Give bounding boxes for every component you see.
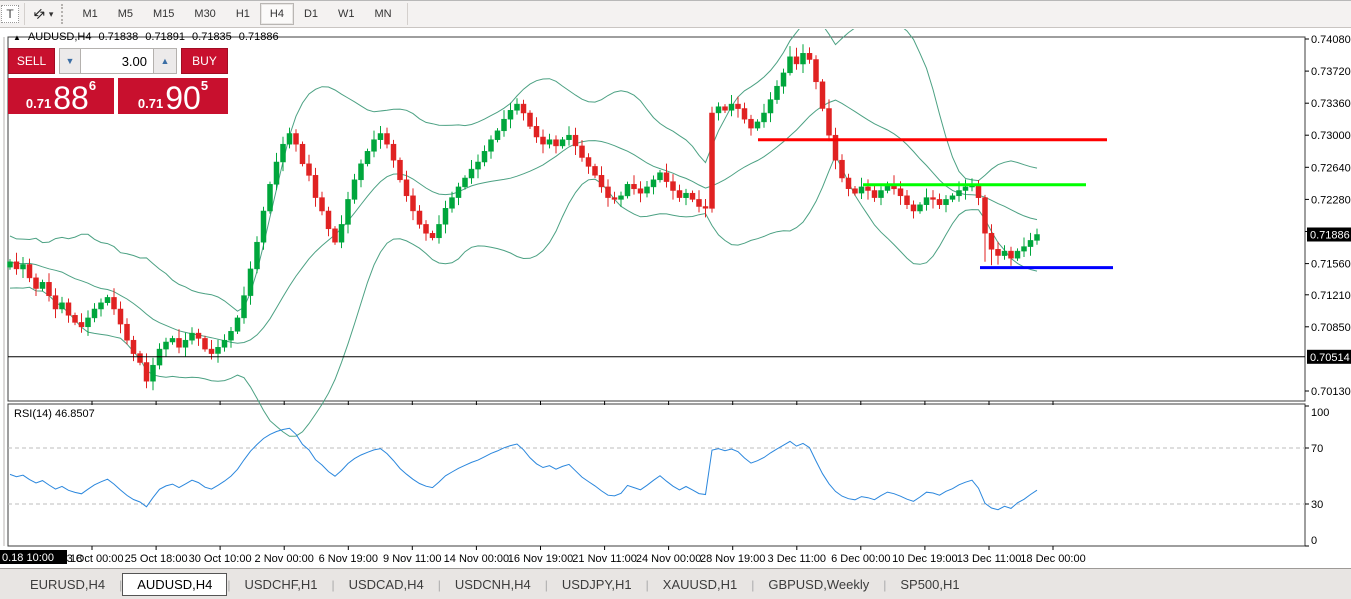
svg-text:0.70130: 0.70130	[1311, 386, 1351, 398]
svg-text:9 Nov 11:00: 9 Nov 11:00	[383, 553, 442, 565]
timeframe-button-m30[interactable]: M30	[184, 3, 225, 25]
chart-tab-eurusd[interactable]: EURUSD,H4	[16, 574, 119, 595]
svg-text:0.18 10:00: 0.18 10:00	[2, 552, 54, 564]
chart-tab-bar: EURUSD,H4 | AUDUSD,H4 | USDCHF,H1 | USDCAD,H4 |…	[0, 568, 1351, 599]
time-axis[interactable]: 23 Oct 00:00 25 Oct 18:00 30 Oct 10:00 2 No…	[0, 401, 1086, 565]
timeframe-button-m15[interactable]: M15	[143, 3, 184, 25]
sell-price-display[interactable]: 0.71 88 6	[8, 78, 114, 114]
diagonal-arrows-icon: ⇆	[29, 4, 49, 23]
svg-text:16 Nov 19:00: 16 Nov 19:00	[508, 553, 573, 565]
chart-tab-usdjpy[interactable]: USDJPY,H1	[548, 574, 646, 595]
chevron-down-icon[interactable]: ▾	[49, 9, 54, 20]
svg-text:0.72280: 0.72280	[1311, 194, 1351, 206]
svg-text:14 Nov 00:00: 14 Nov 00:00	[444, 553, 509, 565]
svg-text:0.71886: 0.71886	[1310, 230, 1350, 242]
svg-text:2 Nov 00:00: 2 Nov 00:00	[255, 553, 314, 565]
open-value: 0.71838	[98, 31, 139, 43]
toolbar-divider	[24, 3, 25, 25]
sell-button[interactable]: SELL	[8, 48, 55, 74]
symbol-period-label: AUDUSD,H4	[27, 31, 92, 43]
svg-text:21 Nov 11:00: 21 Nov 11:00	[572, 553, 637, 565]
chart-tab-usdcad[interactable]: USDCAD,H4	[335, 574, 438, 595]
timeframe-buttons: M1 M5 M15 M30 H1 H4 D1 W1 MN	[72, 3, 401, 25]
svg-text:30: 30	[1311, 499, 1323, 511]
svg-text:0.73720: 0.73720	[1311, 66, 1351, 78]
svg-text:6 Dec 00:00: 6 Dec 00:00	[831, 553, 890, 565]
chart-tab-usdcnh[interactable]: USDCNH,H4	[441, 574, 545, 595]
rsi-panel: 100 70 30 0 RSI(14) 46.8507	[8, 405, 1329, 547]
svg-text:28 Nov 19:00: 28 Nov 19:00	[700, 553, 765, 565]
svg-text:0.73360: 0.73360	[1311, 98, 1351, 110]
chart-ohlc-header: ▲ AUDUSD,H4 0.71838 0.71891 0.71835 0.71…	[13, 31, 279, 43]
svg-text:13 Dec 11:00: 13 Dec 11:00	[957, 553, 1022, 565]
toolbar-divider	[406, 3, 408, 25]
svg-text:0.72640: 0.72640	[1311, 162, 1351, 174]
rsi-line	[9, 427, 1038, 511]
symbol-marker-icon: ▲	[13, 32, 21, 42]
high-value: 0.71891	[145, 31, 186, 43]
svg-text:0.70514: 0.70514	[1310, 352, 1350, 364]
svg-text:18 Dec 00:00: 18 Dec 00:00	[1020, 553, 1085, 565]
bollinger-middle	[9, 99, 1038, 344]
timeframe-button-w1[interactable]: W1	[328, 3, 365, 25]
sell-price-pip: 6	[88, 78, 97, 93]
buy-button[interactable]: BUY	[181, 48, 228, 74]
buy-price-pip: 5	[200, 78, 209, 93]
svg-text:18: 18	[70, 553, 82, 565]
buy-price-prefix: 0.71	[137, 96, 164, 111]
cursor-mode-button[interactable]: ⇆ ▾	[30, 4, 57, 24]
horizontal-lines	[8, 138, 1305, 358]
chart-tab-sp500[interactable]: SP500,H1	[886, 574, 973, 595]
toolbar-grip[interactable]	[61, 4, 66, 24]
buy-price-display[interactable]: 0.71 90 5	[118, 78, 228, 114]
svg-text:0.70850: 0.70850	[1311, 322, 1351, 334]
volume-input[interactable]: 3.00	[81, 48, 153, 74]
svg-text:0.71210: 0.71210	[1311, 290, 1351, 302]
timeframe-button-h1[interactable]: H1	[226, 3, 260, 25]
timeframe-button-m5[interactable]: M5	[108, 3, 143, 25]
svg-text:0: 0	[1311, 535, 1317, 547]
svg-text:6 Nov 19:00: 6 Nov 19:00	[319, 553, 378, 565]
svg-text:70: 70	[1311, 443, 1323, 455]
price-axis[interactable]: 0.74080 0.73720 0.73360 0.73000 0.72640 0.722…	[1305, 34, 1351, 398]
volume-decrease-button[interactable]: ▼	[59, 48, 81, 74]
close-value: 0.71886	[238, 31, 279, 43]
sell-price-big: 88	[53, 80, 89, 116]
svg-text:0.74080: 0.74080	[1311, 34, 1351, 46]
chart-tab-xauusd[interactable]: XAUUSD,H1	[649, 574, 751, 595]
svg-text:0.73000: 0.73000	[1311, 130, 1351, 142]
timeframe-button-d1[interactable]: D1	[294, 3, 328, 25]
svg-text:30 Oct 10:00: 30 Oct 10:00	[189, 553, 252, 565]
svg-text:0.71560: 0.71560	[1311, 259, 1351, 271]
chart-tab-gbpusd[interactable]: GBPUSD,Weekly	[754, 574, 883, 595]
timeframe-button-mn[interactable]: MN	[365, 3, 402, 25]
rsi-indicator-label: RSI(14) 46.8507	[14, 408, 95, 420]
volume-increase-button[interactable]: ▲	[153, 48, 177, 74]
svg-text:25 Oct 18:00: 25 Oct 18:00	[125, 553, 188, 565]
timeframe-button-m1[interactable]: M1	[72, 3, 107, 25]
sell-price-prefix: 0.71	[25, 96, 52, 111]
svg-text:100: 100	[1311, 407, 1329, 419]
text-tool-icon[interactable]: T	[1, 5, 19, 23]
buy-price-big: 90	[165, 80, 201, 116]
svg-text:3 Dec 11:00: 3 Dec 11:00	[768, 553, 827, 565]
chart-tab-audusd[interactable]: AUDUSD,H4	[122, 573, 228, 596]
timeframe-button-h4[interactable]: H4	[259, 3, 294, 25]
one-click-trading-panel: SELL ▼ 3.00 ▲ BUY 0.71 88 6 0.71 90 5	[8, 48, 228, 114]
timeframe-toolbar: T ⇆ ▾ M1 M5 M15 M30 H1 H4 D1 W1 MN	[0, 1, 1351, 28]
mt4-window: T ⇆ ▾ M1 M5 M15 M30 H1 H4 D1 W1 MN 0.74080 0.7372…	[0, 0, 1351, 599]
low-value: 0.71835	[192, 31, 232, 43]
svg-text:24 Nov 00:00: 24 Nov 00:00	[636, 553, 701, 565]
chart-tab-usdchf[interactable]: USDCHF,H1	[231, 574, 332, 595]
svg-text:10 Dec 19:00: 10 Dec 19:00	[892, 553, 957, 565]
